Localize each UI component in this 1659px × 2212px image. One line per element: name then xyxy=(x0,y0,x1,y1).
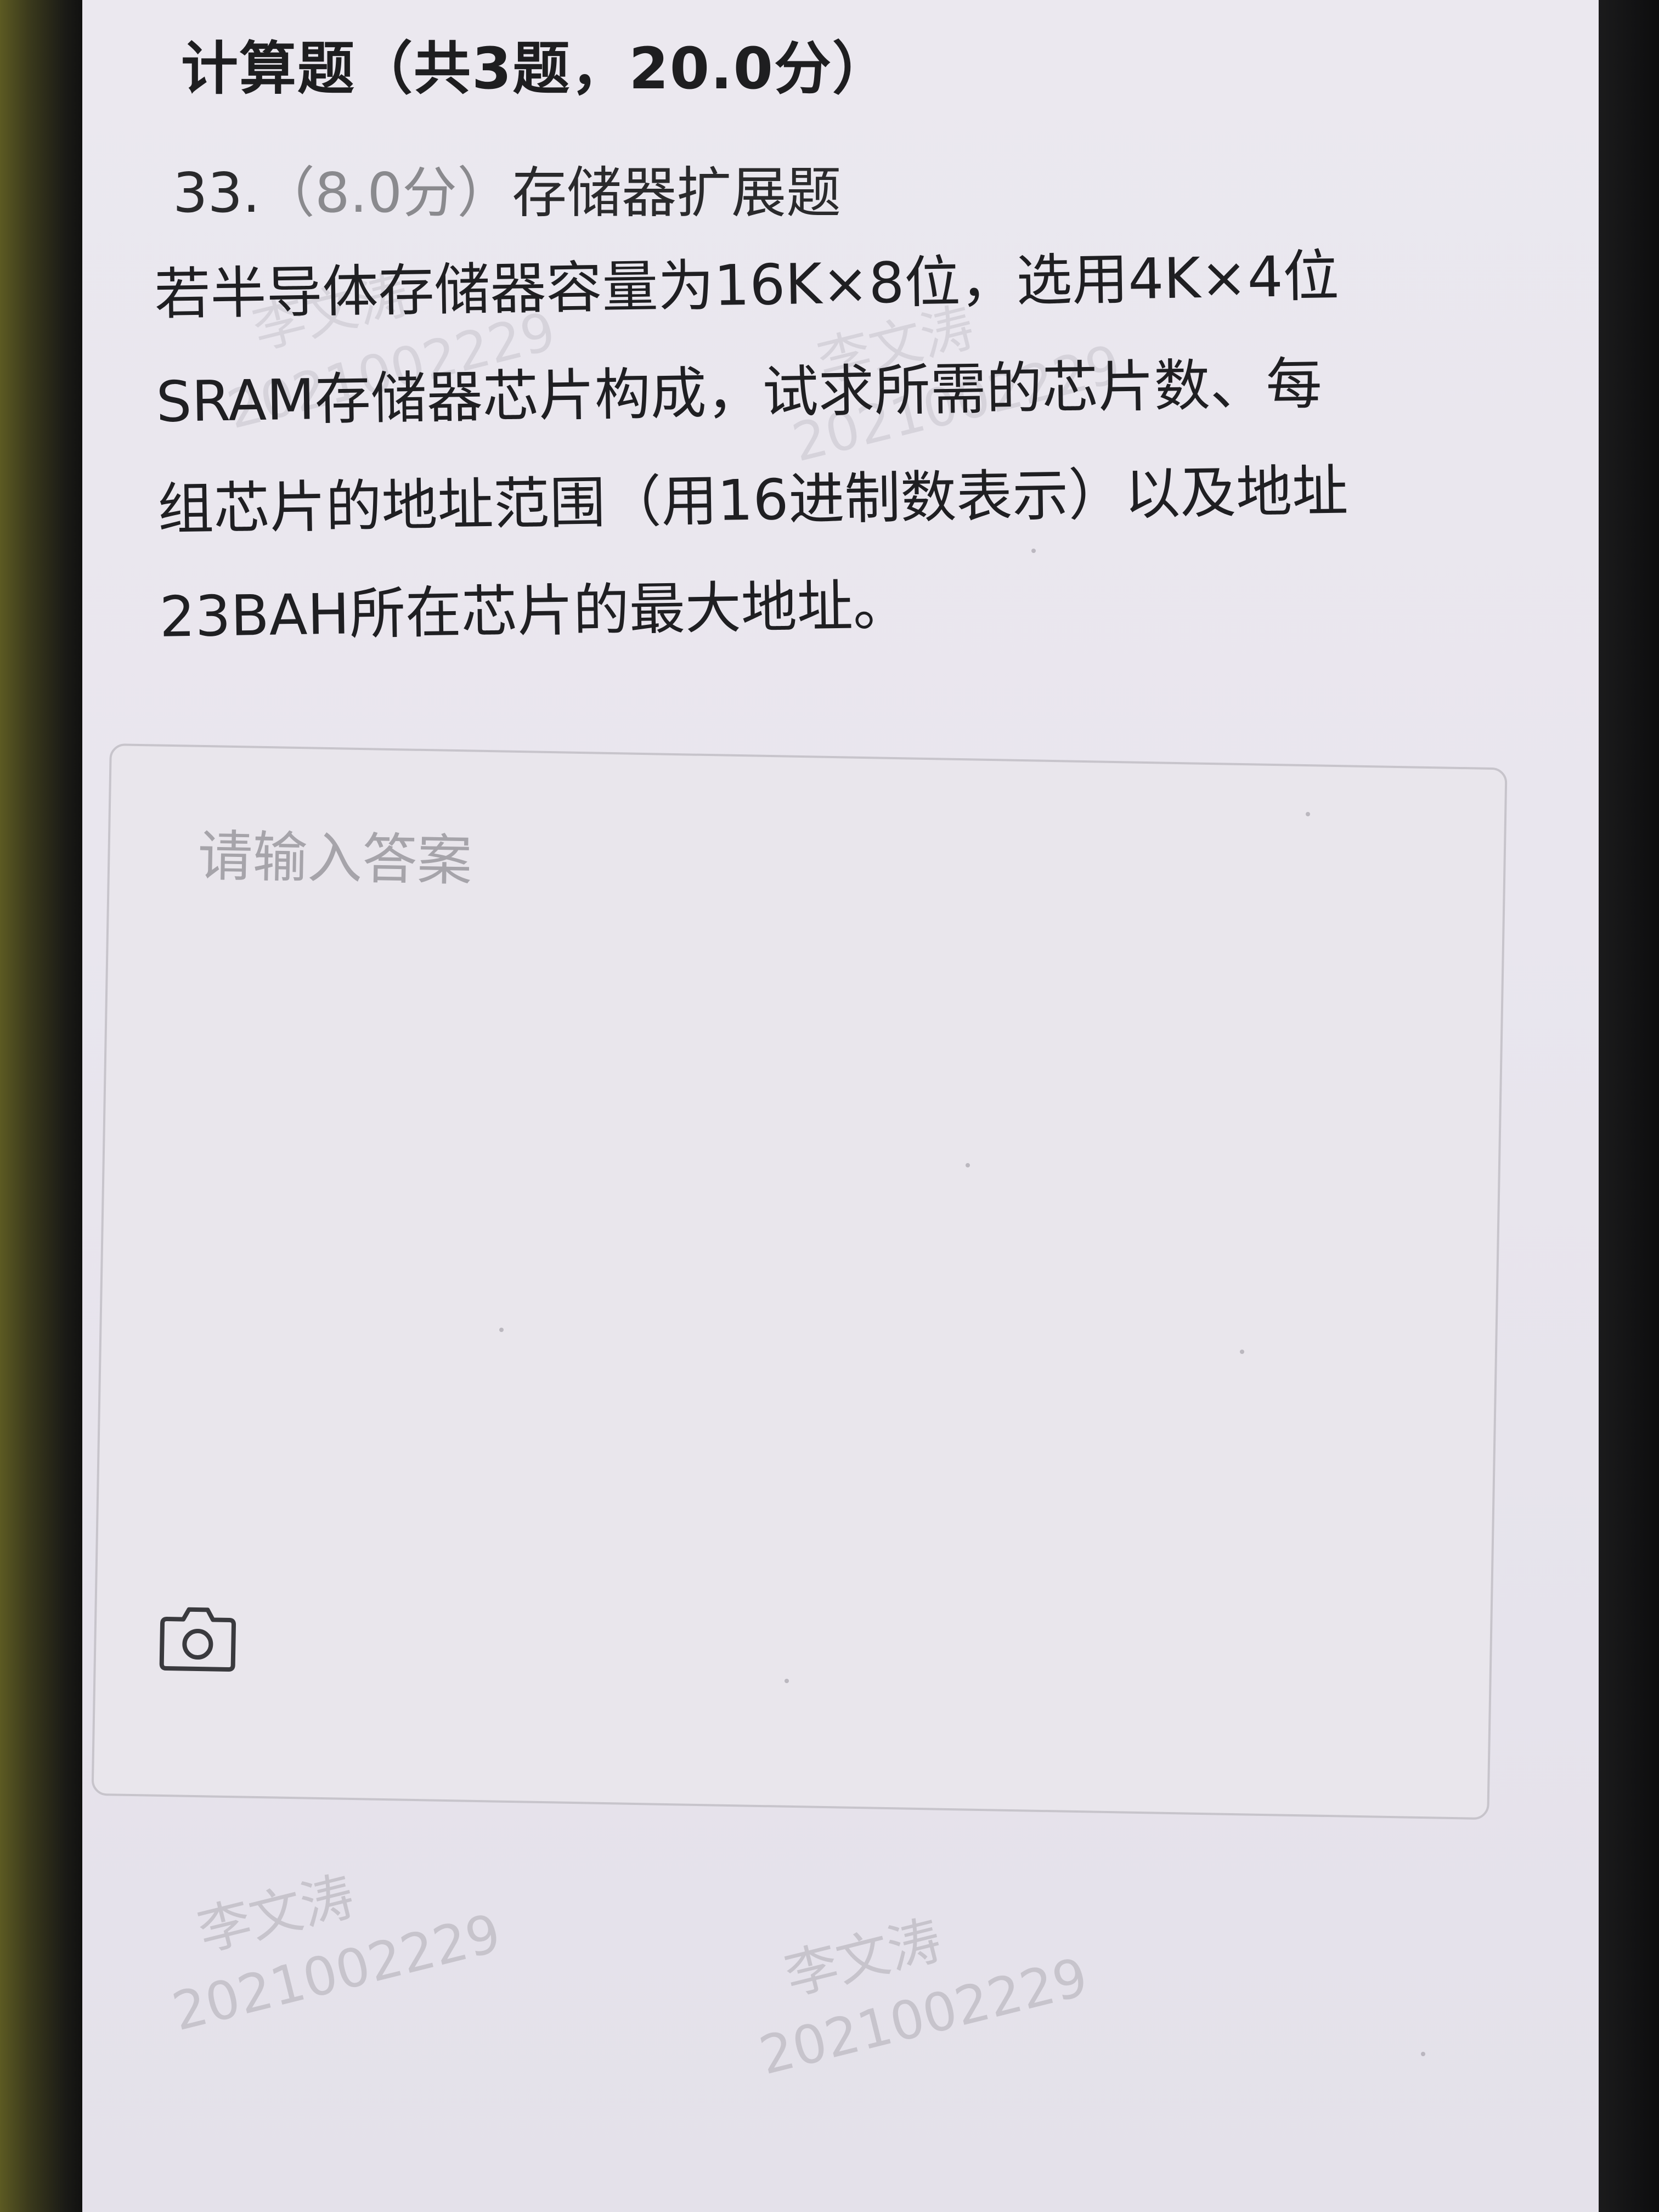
answer-box[interactable] xyxy=(91,743,1508,1820)
screen-dust xyxy=(1240,1350,1244,1354)
watermark: 李文涛 2021002229 xyxy=(735,1872,1095,2091)
camera-icon[interactable] xyxy=(156,1602,239,1675)
screen-dust xyxy=(785,1679,789,1683)
screen-dust xyxy=(1031,549,1036,553)
screen-dust xyxy=(966,1163,970,1167)
question-line: 组芯片的地址范围（用16进制数表示）以及地址 xyxy=(157,458,1349,543)
screen-dust xyxy=(1421,2052,1425,2056)
watermark: 李文涛 2021002229 xyxy=(148,1828,508,2047)
exam-screen: 李文涛 2021002229 李文涛 2021002229 李文涛 202100… xyxy=(82,0,1599,2212)
question-header: 33.（8.0分）存储器扩展题 xyxy=(173,148,841,228)
answer-input[interactable] xyxy=(197,823,1406,910)
question-number: 33. xyxy=(173,161,261,225)
question-type: 存储器扩展题 xyxy=(512,161,842,225)
screen-dust xyxy=(499,1328,504,1332)
section-title: 计算题（共3题，20.0分） xyxy=(181,35,890,102)
device-frame-left xyxy=(0,0,82,2212)
question-text: 若半导体存储器容量为16K×8位，选用4K×4位 SRAM存储器芯片构成，试求所… xyxy=(154,219,1565,672)
question-line: 23BAH所在芯片的最大地址。 xyxy=(159,573,910,650)
question-line: 若半导体存储器容量为16K×8位，选用4K×4位 xyxy=(154,244,1340,328)
device-frame-right xyxy=(1599,0,1659,2212)
screen-dust xyxy=(1306,812,1310,816)
question-score: （8.0分） xyxy=(260,161,512,225)
question-line: SRAM存储器芯片构成，试求所需的芯片数、每 xyxy=(155,351,1323,435)
